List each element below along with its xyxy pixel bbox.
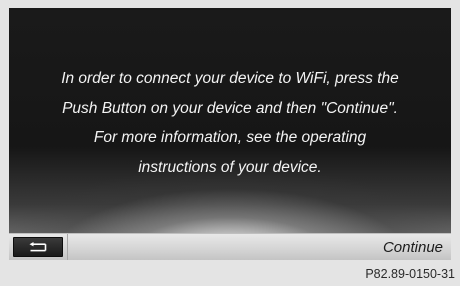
message-line: instructions of your device.	[138, 158, 322, 176]
back-arrow-icon	[29, 242, 47, 252]
message-line: Push Button on your device and then "Con…	[62, 99, 398, 117]
instruction-message: In order to connect your device to WiFi,…	[9, 64, 451, 182]
bottom-bar: Continue	[9, 233, 451, 260]
continue-label: Continue	[382, 239, 443, 256]
continue-button[interactable]: Continue	[68, 234, 451, 260]
display-screen: In order to connect your device to WiFi,…	[9, 8, 451, 260]
back-button[interactable]	[13, 237, 63, 257]
figure-reference: P82.89-0150-31	[365, 267, 455, 281]
manual-figure: In order to connect your device to WiFi,…	[0, 0, 460, 286]
message-line: In order to connect your device to WiFi,…	[61, 70, 399, 87]
message-line: For more information, see the operating	[93, 129, 367, 146]
